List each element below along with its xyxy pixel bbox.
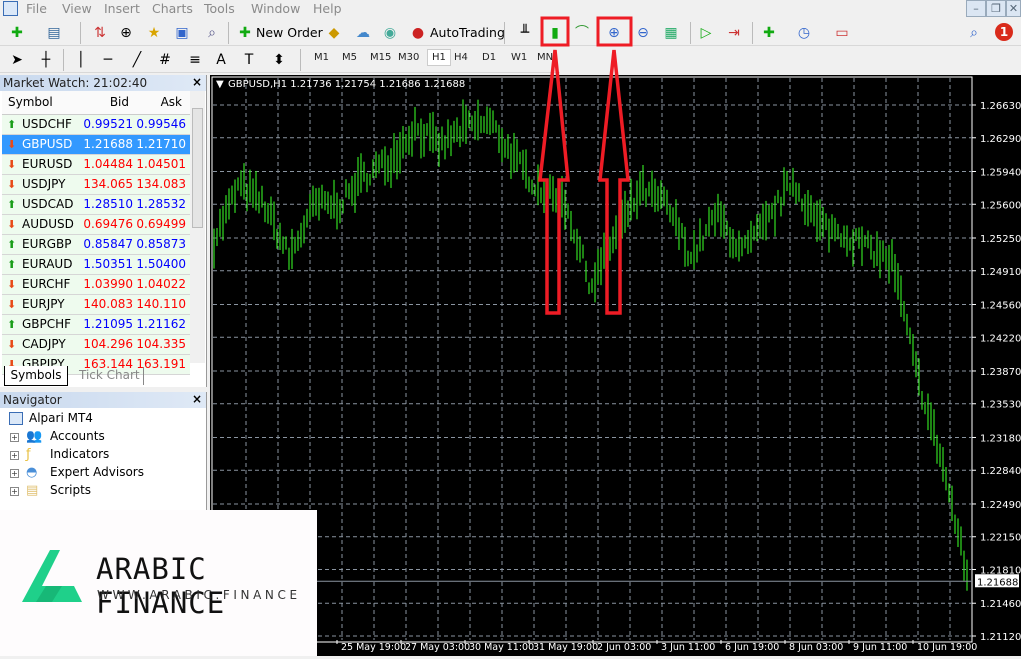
red-arrow-icon bbox=[598, 49, 630, 315]
highlight-box-candlestick bbox=[540, 16, 570, 47]
logo-mark-icon bbox=[22, 550, 82, 602]
logo-name: ARABIC FINANCE bbox=[96, 552, 226, 620]
logo-url: WWW.ARABIC.FINANCE bbox=[97, 588, 301, 602]
highlight-box-zoom-in bbox=[596, 16, 633, 47]
logo-watermark: ARABIC FINANCE WWW.ARABIC.FINANCE bbox=[0, 510, 317, 656]
red-arrow-icon bbox=[538, 49, 570, 315]
